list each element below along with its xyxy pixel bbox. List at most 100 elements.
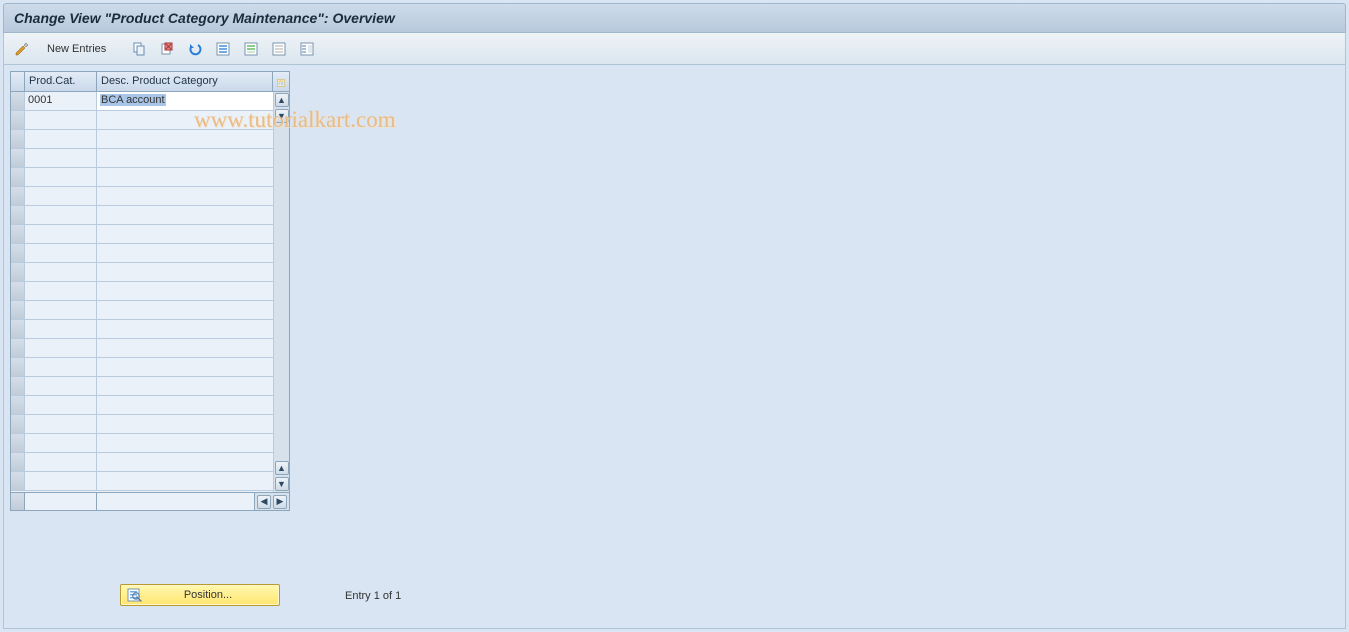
table-header-desc[interactable]: Desc. Product Category bbox=[97, 72, 273, 91]
cell-desc[interactable] bbox=[97, 168, 289, 186]
cell-desc[interactable] bbox=[97, 149, 289, 167]
scroll-up-button-bottom[interactable]: ▲ bbox=[275, 461, 289, 475]
table-row[interactable] bbox=[11, 320, 289, 339]
table-row[interactable] bbox=[11, 396, 289, 415]
table-row[interactable] bbox=[11, 358, 289, 377]
row-selector[interactable] bbox=[11, 92, 25, 110]
cell-prod-cat[interactable] bbox=[25, 149, 97, 167]
cell-desc[interactable] bbox=[97, 225, 289, 243]
cell-prod-cat[interactable] bbox=[25, 415, 97, 433]
row-selector[interactable] bbox=[11, 301, 25, 319]
row-selector[interactable] bbox=[11, 453, 25, 471]
table-row[interactable] bbox=[11, 472, 289, 491]
row-selector[interactable] bbox=[11, 187, 25, 205]
row-selector[interactable] bbox=[11, 225, 25, 243]
cell-desc[interactable] bbox=[97, 434, 289, 452]
cell-prod-cat[interactable] bbox=[25, 377, 97, 395]
cell-desc[interactable] bbox=[97, 206, 289, 224]
cell-desc[interactable] bbox=[97, 377, 289, 395]
row-selector[interactable] bbox=[11, 377, 25, 395]
cell-prod-cat[interactable] bbox=[25, 472, 97, 490]
cell-prod-cat[interactable] bbox=[25, 130, 97, 148]
row-selector[interactable] bbox=[11, 149, 25, 167]
cell-prod-cat[interactable] bbox=[25, 206, 97, 224]
row-selector[interactable] bbox=[11, 396, 25, 414]
table-row[interactable] bbox=[11, 225, 289, 244]
horizontal-scrollbar[interactable]: ◀ ▶ bbox=[11, 492, 289, 510]
cell-desc[interactable] bbox=[97, 339, 289, 357]
cell-desc[interactable] bbox=[97, 472, 289, 490]
cell-prod-cat[interactable] bbox=[25, 396, 97, 414]
table-row[interactable] bbox=[11, 377, 289, 396]
cell-prod-cat[interactable] bbox=[25, 339, 97, 357]
scroll-left-button[interactable]: ◀ bbox=[257, 495, 271, 509]
cell-desc[interactable] bbox=[97, 301, 289, 319]
row-selector[interactable] bbox=[11, 263, 25, 281]
scroll-down-button[interactable]: ▼ bbox=[275, 109, 289, 123]
table-row[interactable] bbox=[11, 339, 289, 358]
table-row[interactable] bbox=[11, 111, 289, 130]
row-selector[interactable] bbox=[11, 168, 25, 186]
position-button[interactable]: Position... bbox=[120, 584, 280, 606]
hscroll-track[interactable] bbox=[97, 493, 255, 510]
scroll-up-button[interactable]: ▲ bbox=[275, 93, 289, 107]
scroll-right-button[interactable]: ▶ bbox=[273, 495, 287, 509]
select-all-button[interactable] bbox=[211, 38, 235, 60]
deselect-all-button[interactable] bbox=[267, 38, 291, 60]
new-entries-button[interactable]: New Entries bbox=[38, 38, 115, 60]
cell-prod-cat[interactable] bbox=[25, 434, 97, 452]
cell-desc[interactable] bbox=[97, 282, 289, 300]
table-row[interactable] bbox=[11, 187, 289, 206]
row-selector[interactable] bbox=[11, 244, 25, 262]
vertical-scrollbar[interactable]: ▲ ▼ ▲ ▼ bbox=[273, 92, 289, 492]
row-selector[interactable] bbox=[11, 339, 25, 357]
cell-desc[interactable] bbox=[97, 111, 289, 129]
table-row[interactable] bbox=[11, 263, 289, 282]
cell-desc[interactable] bbox=[97, 358, 289, 376]
table-row[interactable] bbox=[11, 149, 289, 168]
table-row[interactable] bbox=[11, 301, 289, 320]
copy-as-button[interactable] bbox=[127, 38, 151, 60]
table-config-button[interactable] bbox=[273, 72, 289, 91]
cell-prod-cat[interactable] bbox=[25, 301, 97, 319]
row-selector[interactable] bbox=[11, 472, 25, 490]
row-selector[interactable] bbox=[11, 320, 25, 338]
cell-prod-cat[interactable] bbox=[25, 263, 97, 281]
table-row[interactable] bbox=[11, 168, 289, 187]
row-selector[interactable] bbox=[11, 282, 25, 300]
cell-desc[interactable] bbox=[97, 244, 289, 262]
cell-prod-cat[interactable] bbox=[25, 244, 97, 262]
row-selector[interactable] bbox=[11, 111, 25, 129]
cell-desc[interactable] bbox=[97, 263, 289, 281]
cell-desc[interactable] bbox=[97, 453, 289, 471]
row-selector[interactable] bbox=[11, 434, 25, 452]
cell-prod-cat[interactable] bbox=[25, 320, 97, 338]
row-selector[interactable] bbox=[11, 415, 25, 433]
table-row[interactable] bbox=[11, 282, 289, 301]
table-row[interactable] bbox=[11, 453, 289, 472]
table-row[interactable] bbox=[11, 415, 289, 434]
cell-prod-cat[interactable]: 0001 bbox=[25, 92, 97, 110]
table-row[interactable] bbox=[11, 434, 289, 453]
cell-prod-cat[interactable] bbox=[25, 358, 97, 376]
row-selector[interactable] bbox=[11, 206, 25, 224]
scroll-down-button-bottom[interactable]: ▼ bbox=[275, 477, 289, 491]
print-button[interactable] bbox=[295, 38, 319, 60]
table-row[interactable] bbox=[11, 130, 289, 149]
row-selector[interactable] bbox=[11, 358, 25, 376]
table-header-selector[interactable] bbox=[11, 72, 25, 91]
table-row[interactable]: 0001BCA account bbox=[11, 92, 289, 111]
cell-prod-cat[interactable] bbox=[25, 225, 97, 243]
cell-prod-cat[interactable] bbox=[25, 187, 97, 205]
table-header-prod-cat[interactable]: Prod.Cat. bbox=[25, 72, 97, 91]
cell-prod-cat[interactable] bbox=[25, 453, 97, 471]
toggle-change-mode-button[interactable] bbox=[10, 38, 34, 60]
cell-desc[interactable] bbox=[97, 130, 289, 148]
cell-prod-cat[interactable] bbox=[25, 282, 97, 300]
cell-desc[interactable] bbox=[97, 187, 289, 205]
cell-desc[interactable] bbox=[97, 320, 289, 338]
delete-button[interactable] bbox=[155, 38, 179, 60]
cell-desc[interactable] bbox=[97, 396, 289, 414]
select-block-button[interactable] bbox=[239, 38, 263, 60]
cell-prod-cat[interactable] bbox=[25, 168, 97, 186]
